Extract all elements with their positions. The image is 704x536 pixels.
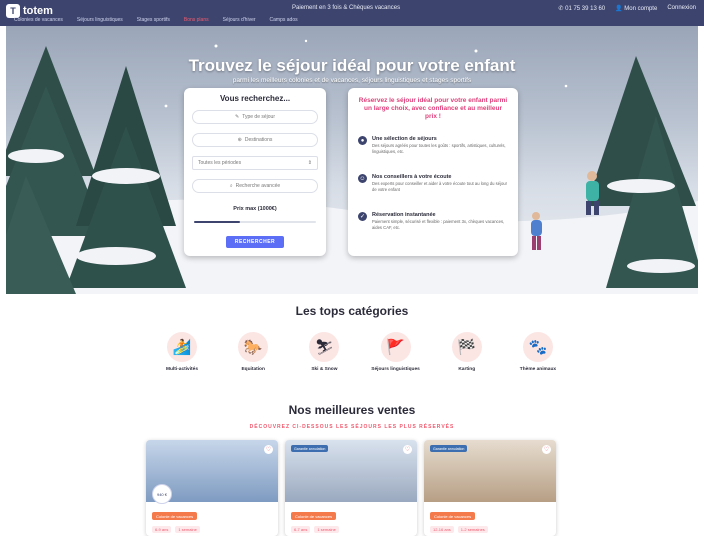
- card-price: 940 €: [152, 484, 172, 504]
- type-field[interactable]: ✎ Type de séjour: [192, 110, 318, 124]
- category-label: Karting: [458, 367, 476, 372]
- feature-text: Paiement simple, sécurisé et flexible : …: [372, 219, 505, 230]
- heart-icon[interactable]: ♡: [264, 445, 273, 454]
- feature-title: Réservation instantanée: [372, 212, 436, 218]
- category-multi-activites[interactable]: 🏄 Multi-activités: [150, 332, 214, 373]
- category-label: Thème animaux: [519, 367, 557, 372]
- tag-icon: ✓: [358, 212, 367, 221]
- account-link[interactable]: 👤 Mon compte: [615, 5, 657, 12]
- bestsellers-subtitle: DÉCOUVREZ CI-DESSOUS LES SÉJOURS LES PLU…: [249, 424, 455, 430]
- destination-placeholder: Destinations: [244, 137, 273, 143]
- feature-title: Une sélection de séjours: [372, 136, 437, 142]
- card-age: 6-7 ans: [291, 526, 311, 533]
- search-icon: ⌕: [229, 183, 233, 189]
- search-panel: Vous recherchez... ✎ Type de séjour ⊕ De…: [184, 88, 326, 256]
- main-nav: Colonies de vacances Séjours linguistiqu…: [14, 17, 298, 23]
- ski-icon: ⛷: [309, 332, 340, 362]
- period-select[interactable]: Toutes les périodes ⇕: [192, 156, 318, 170]
- hero-subtitle: parmi les meilleurs colonies et de vacan…: [232, 77, 472, 84]
- logo-mark-icon: T: [6, 4, 20, 18]
- heart-icon[interactable]: ♡: [542, 445, 551, 454]
- category-ski[interactable]: ⛷ Ski & Snow: [292, 332, 356, 373]
- product-card[interactable]: Garantie annulation ♡ Colonie de vacance…: [285, 440, 417, 536]
- info-panel: Réservez le séjour idéal pour votre enfa…: [348, 88, 518, 256]
- card-meta: 6-9 ans 1 semaine: [152, 526, 200, 533]
- categories-list: 🏄 Multi-activités 🐎 Equitation ⛷ Ski & S…: [150, 332, 570, 373]
- destination-field[interactable]: ⊕ Destinations: [192, 133, 318, 147]
- nav-item-bons-plans[interactable]: Bons plans: [184, 17, 209, 23]
- categories-title: Les tops catégories: [295, 304, 409, 318]
- search-button[interactable]: RECHERCHER: [226, 236, 284, 248]
- logo-text: totem: [23, 5, 53, 17]
- card-duration: 1 semaine: [175, 526, 200, 533]
- logo[interactable]: T totem: [6, 4, 53, 18]
- nav-item-hiver[interactable]: Séjours d'hiver: [223, 17, 256, 23]
- category-equitation[interactable]: 🐎 Equitation: [221, 332, 285, 373]
- card-age: 12-16 ans: [430, 526, 454, 533]
- category-label: Multi-activités: [166, 367, 198, 372]
- phone-number: 01 75 39 13 60: [565, 6, 606, 12]
- select-arrows-icon: ⇕: [307, 160, 312, 166]
- category-karting[interactable]: 🏁 Karting: [435, 332, 499, 373]
- category-linguistiques[interactable]: 🚩 Séjours linguistiques: [364, 332, 428, 373]
- nav-item-linguistiques[interactable]: Séjours linguistiques: [77, 17, 123, 23]
- hero-banner: Trouvez le séjour idéal pour votre enfan…: [6, 26, 698, 294]
- period-value: Toutes les périodes: [198, 160, 242, 166]
- advisor-icon: ☺: [358, 174, 367, 183]
- feature-selection: ● Une sélection de séjours Des séjours a…: [358, 136, 510, 154]
- login-link[interactable]: Connexion: [667, 5, 696, 12]
- heart-icon[interactable]: ♡: [403, 445, 412, 454]
- price-slider-fill: [194, 221, 241, 223]
- bestsellers-cards: ♡ 940 € Colonie de vacances 6-9 ans 1 se…: [146, 440, 556, 536]
- feature-booking: ✓ Réservation instantanée Paiement simpl…: [358, 212, 510, 230]
- horse-icon: 🐎: [238, 332, 269, 362]
- paw-icon: 🐾: [522, 332, 553, 362]
- card-badge: Colonie de vacances: [152, 512, 198, 520]
- card-duration: 1-2 semaines: [457, 526, 488, 533]
- price-label: Prix max (1000€): [233, 206, 277, 212]
- nav-item-ados[interactable]: Camps ados: [270, 17, 298, 23]
- info-title: Réservez le séjour idéal pour votre enfa…: [358, 97, 508, 120]
- category-label: Equitation: [241, 367, 265, 372]
- nav-item-colonies[interactable]: Colonies de vacances: [14, 17, 63, 23]
- phone-link[interactable]: ✆ 01 75 39 13 60: [558, 5, 605, 12]
- card-age: 6-9 ans: [152, 526, 172, 533]
- card-meta: 6-7 ans 1 semaine: [291, 526, 339, 533]
- feature-advisors: ☺ Nos conseillers à votre écoute Des exp…: [358, 174, 510, 192]
- hero-title: Trouvez le séjour idéal pour votre enfan…: [188, 56, 516, 75]
- category-label: Séjours linguistiques: [371, 367, 420, 372]
- card-duration: 1 semaine: [314, 526, 339, 533]
- top-bar: T totem Paiement en 3 fois & Chèques vac…: [0, 0, 704, 26]
- product-card[interactable]: ♡ 940 € Colonie de vacances 6-9 ans 1 se…: [146, 440, 278, 536]
- price-slider[interactable]: [194, 221, 316, 223]
- category-animaux[interactable]: 🐾 Thème animaux: [506, 332, 570, 373]
- globe-icon: ●: [358, 136, 367, 145]
- globe-icon: ⊕: [237, 137, 242, 143]
- feature-text: Des séjours agréés pour toutes les goûts…: [372, 143, 506, 154]
- product-card[interactable]: Garantie annulation ♡ Colonie de vacance…: [424, 440, 556, 536]
- card-tag: Garantie annulation: [291, 445, 329, 452]
- multi-activity-icon: 🏄: [167, 332, 197, 362]
- promo-text: Paiement en 3 fois & Chèques vacances: [292, 5, 401, 11]
- pin-icon: ✎: [234, 114, 240, 120]
- card-badge: Colonie de vacances: [430, 512, 476, 520]
- flag-icon: 🚩: [380, 332, 411, 362]
- advanced-search-button[interactable]: ⌕ Recherche avancée: [192, 179, 318, 193]
- type-placeholder: Type de séjour: [242, 114, 275, 120]
- account-label: Mon compte: [624, 6, 658, 12]
- feature-text: Des experts pour conseiller et aider à v…: [372, 181, 508, 192]
- kart-icon: 🏁: [451, 332, 482, 362]
- card-tag: Garantie annulation: [430, 445, 468, 452]
- nav-item-stages[interactable]: Stages sportifs: [137, 17, 170, 23]
- search-title: Vous recherchez...: [219, 94, 291, 103]
- category-label: Ski & Snow: [311, 367, 338, 372]
- card-badge: Colonie de vacances: [291, 512, 337, 520]
- bestsellers-title: Nos meilleures ventes: [288, 403, 416, 417]
- feature-title: Nos conseillers à votre écoute: [372, 174, 452, 180]
- advanced-label: Recherche avancée: [235, 183, 281, 189]
- card-meta: 12-16 ans 1-2 semaines: [430, 526, 488, 533]
